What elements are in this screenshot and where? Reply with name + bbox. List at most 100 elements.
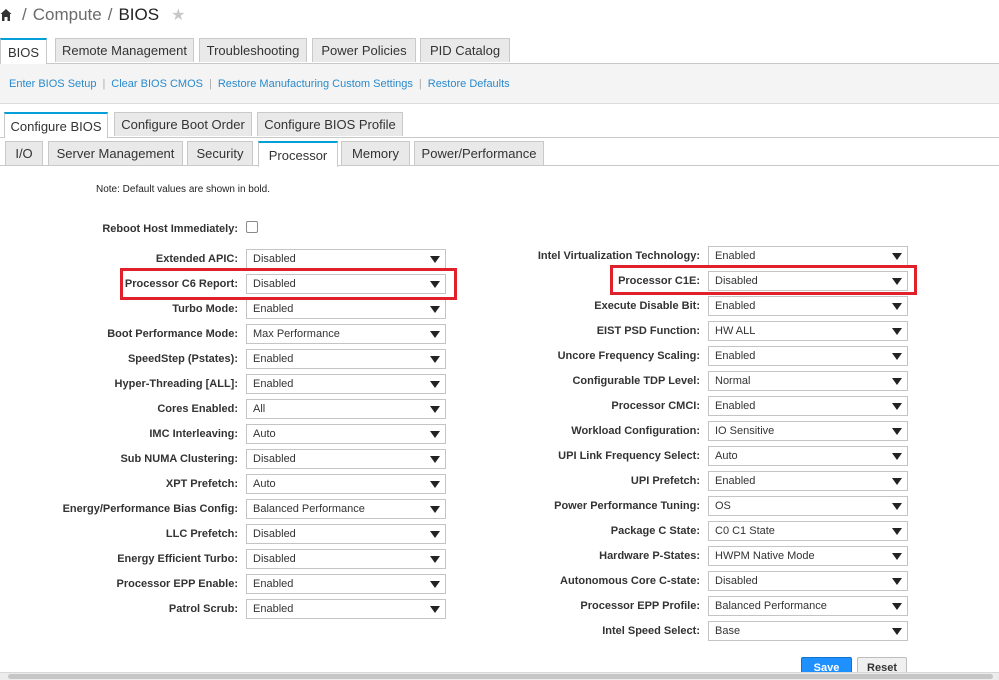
execute-disable-bit-label: Execute Disable Bit: bbox=[594, 300, 700, 312]
intel-speed-select-select[interactable]: Base bbox=[708, 621, 908, 641]
hyper-threading-select[interactable]: Enabled bbox=[246, 374, 446, 394]
tab-power-policies[interactable]: Power Policies bbox=[312, 38, 416, 62]
chevron-down-icon bbox=[892, 353, 902, 360]
energy-performance-bias-value: Balanced Performance bbox=[253, 503, 365, 515]
chevron-down-icon bbox=[430, 306, 440, 313]
energy-efficient-turbo-value: Disabled bbox=[253, 553, 296, 565]
restore-defaults-link[interactable]: Restore Defaults bbox=[428, 78, 510, 90]
chevron-down-icon bbox=[892, 503, 902, 510]
star-icon[interactable]: ★ bbox=[171, 5, 185, 25]
upi-prefetch-label: UPI Prefetch: bbox=[630, 475, 700, 487]
processor-epp-enable-select[interactable]: Enabled bbox=[246, 574, 446, 594]
eist-psd-function-label: EIST PSD Function: bbox=[596, 325, 700, 337]
upi-link-frequency-select[interactable]: Auto bbox=[708, 446, 908, 466]
turbo-mode-value: Enabled bbox=[253, 303, 294, 315]
restore-manufacturing-custom-settings-link[interactable]: Restore Manufacturing Custom Settings bbox=[218, 78, 413, 90]
tab-pid-catalog[interactable]: PID Catalog bbox=[420, 38, 510, 62]
processor-epp-enable-value: Enabled bbox=[253, 578, 294, 590]
tab-io[interactable]: I/O bbox=[5, 141, 43, 165]
hardware-p-states-label: Hardware P-States: bbox=[599, 550, 700, 562]
processor-epp-enable-label: Processor EPP Enable: bbox=[116, 578, 238, 590]
boot-performance-mode-value: Max Performance bbox=[253, 328, 340, 340]
power-performance-tuning-select[interactable]: OS bbox=[708, 496, 908, 516]
autonomous-core-c-state-value: Disabled bbox=[715, 575, 758, 587]
highlight-box-c1e bbox=[610, 265, 917, 295]
bios-config-tab-bar: Configure BIOS Configure Boot Order Conf… bbox=[0, 112, 999, 138]
imc-interleaving-label: IMC Interleaving: bbox=[149, 428, 238, 440]
breadcrumb-separator: / bbox=[107, 5, 113, 24]
clear-bios-cmos-link[interactable]: Clear BIOS CMOS bbox=[111, 78, 203, 90]
turbo-mode-select[interactable]: Enabled bbox=[246, 299, 446, 319]
speedstep-select[interactable]: Enabled bbox=[246, 349, 446, 369]
patrol-scrub-label: Patrol Scrub: bbox=[168, 603, 238, 615]
tab-configure-bios[interactable]: Configure BIOS bbox=[4, 112, 108, 138]
extended-apic-value: Disabled bbox=[253, 253, 296, 265]
tab-security[interactable]: Security bbox=[187, 141, 253, 165]
imc-interleaving-value: Auto bbox=[253, 428, 276, 440]
turbo-mode-label: Turbo Mode: bbox=[172, 303, 238, 315]
xpt-prefetch-select[interactable]: Auto bbox=[246, 474, 446, 494]
tab-power-performance[interactable]: Power/Performance bbox=[414, 141, 544, 165]
tab-configure-boot-order[interactable]: Configure Boot Order bbox=[114, 112, 252, 136]
uncore-frequency-scaling-value: Enabled bbox=[715, 350, 756, 362]
processor-epp-profile-value: Balanced Performance bbox=[715, 600, 827, 612]
boot-performance-mode-label: Boot Performance Mode: bbox=[107, 328, 238, 340]
chevron-down-icon bbox=[430, 556, 440, 563]
energy-performance-bias-select[interactable]: Balanced Performance bbox=[246, 499, 446, 519]
reboot-host-label: Reboot Host Immediately: bbox=[102, 223, 238, 235]
tab-processor[interactable]: Processor bbox=[258, 141, 338, 167]
bios-category-tab-bar: I/O Server Management Security Processor… bbox=[0, 141, 999, 167]
tab-configure-bios-profile[interactable]: Configure BIOS Profile bbox=[257, 112, 403, 136]
chevron-down-icon bbox=[430, 456, 440, 463]
extended-apic-select[interactable]: Disabled bbox=[246, 249, 446, 269]
processor-cmci-select[interactable]: Enabled bbox=[708, 396, 908, 416]
breadcrumb-compute[interactable]: Compute bbox=[33, 5, 102, 25]
chevron-down-icon bbox=[430, 506, 440, 513]
chevron-down-icon bbox=[892, 378, 902, 385]
enter-bios-setup-link[interactable]: Enter BIOS Setup bbox=[9, 78, 96, 90]
execute-disable-bit-select[interactable]: Enabled bbox=[708, 296, 908, 316]
chevron-down-icon bbox=[892, 628, 902, 635]
chevron-down-icon bbox=[892, 428, 902, 435]
chevron-down-icon bbox=[892, 478, 902, 485]
workload-configuration-select[interactable]: IO Sensitive bbox=[708, 421, 908, 441]
home-icon[interactable] bbox=[0, 8, 12, 22]
upi-prefetch-select[interactable]: Enabled bbox=[708, 471, 908, 491]
imc-interleaving-select[interactable]: Auto bbox=[246, 424, 446, 444]
tab-memory[interactable]: Memory bbox=[341, 141, 410, 165]
power-performance-tuning-label: Power Performance Tuning: bbox=[554, 500, 700, 512]
uncore-frequency-scaling-select[interactable]: Enabled bbox=[708, 346, 908, 366]
sub-numa-clustering-label: Sub NUMA Clustering: bbox=[120, 453, 238, 465]
tab-troubleshooting[interactable]: Troubleshooting bbox=[199, 38, 307, 62]
chevron-down-icon bbox=[892, 603, 902, 610]
package-c-state-select[interactable]: C0 C1 State bbox=[708, 521, 908, 541]
intel-virtualization-value: Enabled bbox=[715, 250, 756, 262]
energy-efficient-turbo-select[interactable]: Disabled bbox=[246, 549, 446, 569]
tab-server-management[interactable]: Server Management bbox=[48, 141, 183, 165]
chevron-down-icon bbox=[430, 481, 440, 488]
hyper-threading-value: Enabled bbox=[253, 378, 294, 390]
sub-numa-clustering-select[interactable]: Disabled bbox=[246, 449, 446, 469]
processor-epp-profile-select[interactable]: Balanced Performance bbox=[708, 596, 908, 616]
chevron-down-icon bbox=[892, 303, 902, 310]
llc-prefetch-select[interactable]: Disabled bbox=[246, 524, 446, 544]
intel-virtualization-select[interactable]: Enabled bbox=[708, 246, 908, 266]
llc-prefetch-value: Disabled bbox=[253, 528, 296, 540]
boot-performance-mode-select[interactable]: Max Performance bbox=[246, 324, 446, 344]
hardware-p-states-select[interactable]: HWPM Native Mode bbox=[708, 546, 908, 566]
hyper-threading-label: Hyper-Threading [ALL]: bbox=[114, 378, 238, 390]
patrol-scrub-value: Enabled bbox=[253, 603, 294, 615]
chevron-down-icon bbox=[430, 381, 440, 388]
reboot-host-checkbox[interactable] bbox=[246, 221, 258, 233]
package-c-state-value: C0 C1 State bbox=[715, 525, 775, 537]
chevron-down-icon bbox=[892, 528, 902, 535]
scrollbar-thumb[interactable] bbox=[8, 674, 993, 679]
autonomous-core-c-state-select[interactable]: Disabled bbox=[708, 571, 908, 591]
tab-remote-management[interactable]: Remote Management bbox=[55, 38, 194, 62]
cores-enabled-select[interactable]: All bbox=[246, 399, 446, 419]
tab-bios[interactable]: BIOS bbox=[0, 38, 47, 64]
configurable-tdp-level-select[interactable]: Normal bbox=[708, 371, 908, 391]
patrol-scrub-select[interactable]: Enabled bbox=[246, 599, 446, 619]
eist-psd-function-select[interactable]: HW ALL bbox=[708, 321, 908, 341]
package-c-state-label: Package C State: bbox=[610, 525, 700, 537]
